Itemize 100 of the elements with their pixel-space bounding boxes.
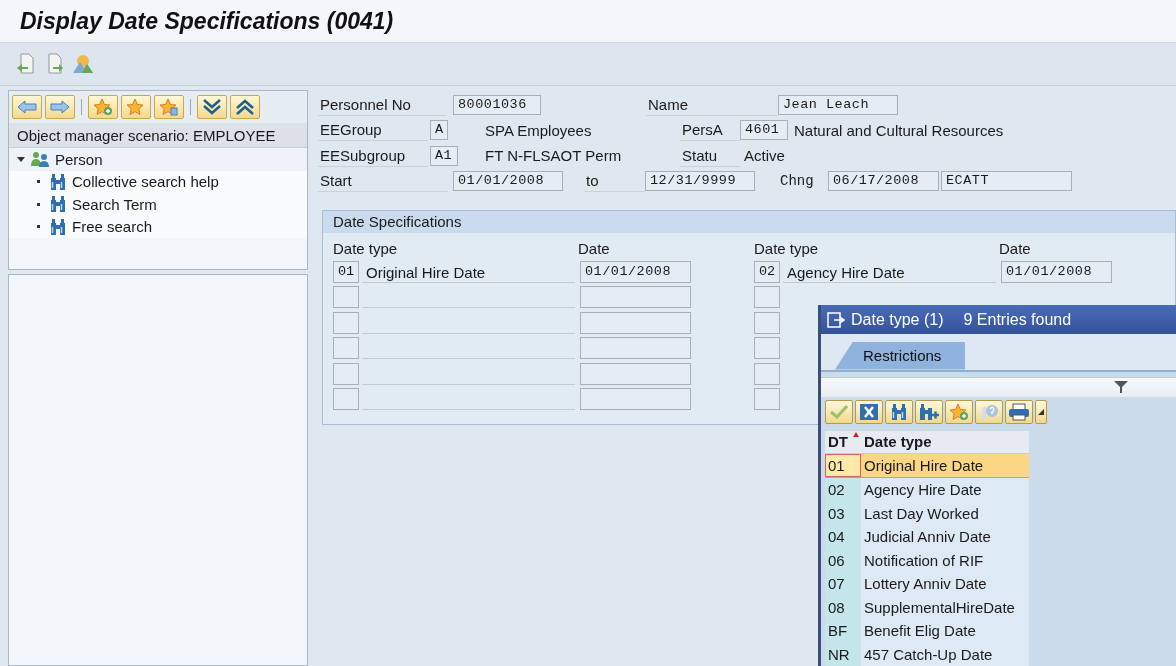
print-button[interactable] — [1005, 399, 1033, 424]
column-header: Date type — [754, 239, 820, 257]
date-field[interactable] — [580, 337, 691, 360]
date-type-code-field[interactable] — [754, 362, 780, 385]
table-cell: Last Day Worked — [861, 501, 1029, 525]
date-type-code-field[interactable] — [333, 311, 359, 334]
delete-favorite-button[interactable] — [154, 95, 184, 119]
list-row[interactable]: 03 Last Day Worked — [825, 501, 1029, 525]
search-button[interactable] — [885, 399, 913, 424]
date-type-code-field[interactable] — [333, 286, 359, 309]
changed-by-field[interactable]: ECATT — [941, 171, 1072, 192]
date-type-code-field[interactable] — [333, 337, 359, 360]
back-arrow-icon — [17, 100, 37, 114]
expand-button[interactable] — [197, 95, 227, 119]
table-cell: 04 — [825, 525, 861, 549]
date-field[interactable] — [580, 311, 691, 334]
list-row[interactable]: BF Benefit Elig Date — [825, 619, 1029, 643]
date-type-code-field[interactable]: 01 — [333, 260, 359, 283]
date-type-code-field[interactable] — [333, 362, 359, 385]
personnel-area-text: Natural and Cultural Resources — [793, 121, 1005, 139]
binoculars-icon — [49, 172, 67, 191]
new-search-button[interactable] — [915, 399, 943, 424]
list-row[interactable]: 02 Agency Hire Date — [825, 478, 1029, 502]
date-field[interactable]: 01/01/2008 — [580, 260, 691, 283]
forward-button[interactable] — [45, 95, 75, 119]
cancel-button[interactable] — [855, 399, 883, 424]
binoculars-icon — [890, 402, 908, 421]
list-row[interactable]: 01 Original Hire Date — [825, 453, 1029, 478]
collapse-button[interactable] — [230, 95, 260, 119]
column-header: Date type — [333, 239, 399, 257]
corner-arrow-icon — [1038, 408, 1044, 415]
table-cell: 03 — [825, 501, 861, 525]
window-title: Display Date Specifications (0041) — [20, 7, 394, 35]
field-label: EESubgroup — [318, 144, 428, 167]
list-row[interactable]: 07 Lottery Anniv Date — [825, 572, 1029, 596]
status-text: Active — [743, 147, 786, 165]
add-favorite-button[interactable] — [945, 399, 973, 424]
date-field[interactable] — [580, 388, 691, 411]
date-type-code-field[interactable] — [333, 388, 359, 411]
list-row[interactable]: 04 Judicial Anniv Date — [825, 525, 1029, 549]
date-field[interactable] — [580, 362, 691, 385]
table-cell: BF — [825, 619, 861, 643]
date-field[interactable] — [580, 286, 691, 309]
date-type-code-field[interactable] — [754, 286, 780, 309]
ee-group-text: SPA Employees — [484, 121, 593, 139]
back-button[interactable] — [12, 95, 42, 119]
date-type-text: Original Hire Date — [362, 260, 575, 283]
add-favorite-button[interactable] — [88, 95, 118, 119]
end-date-field[interactable]: 12/31/9999 — [645, 171, 755, 192]
document-import-icon[interactable] — [16, 53, 36, 75]
binoculars-plus-icon — [918, 402, 940, 421]
close-icon — [859, 402, 879, 421]
start-date-field[interactable]: 01/01/2008 — [453, 171, 563, 192]
table-cell: SupplementalHireDate — [861, 595, 1029, 619]
filter-icon[interactable] — [1114, 381, 1128, 394]
column-header[interactable]: DT — [825, 430, 861, 453]
ee-subgroup-field[interactable]: A1 — [430, 145, 458, 166]
printer-icon — [1008, 402, 1030, 421]
dropdown-button[interactable] — [1035, 399, 1047, 424]
favorites-button[interactable] — [121, 95, 151, 119]
tab[interactable]: Restrictions — [835, 341, 966, 370]
people-icon — [30, 151, 50, 168]
date-field[interactable]: 01/01/2008 — [1001, 260, 1112, 283]
date-type-code-field[interactable] — [754, 311, 780, 334]
column-header: Date — [578, 239, 611, 257]
tree-item[interactable]: Person — [55, 150, 103, 168]
table-cell: 07 — [825, 572, 861, 596]
table-cell: Benefit Elig Date — [861, 619, 1029, 643]
landscape-icon[interactable] — [72, 53, 94, 75]
scenario-header: Object manager scenario: EMPLOYEE — [9, 123, 308, 148]
column-header[interactable]: Date type — [861, 430, 1029, 453]
table-cell: 08 — [825, 595, 861, 619]
table-cell: 02 — [825, 478, 861, 502]
ee-group-field[interactable]: A — [430, 120, 448, 141]
personnel-area-field[interactable]: 4601 — [740, 120, 788, 141]
changed-date-field[interactable]: 06/17/2008 — [828, 171, 939, 192]
list-row[interactable]: NR 457 Catch-Up Date — [825, 642, 1029, 666]
expanded-caret-icon[interactable] — [17, 155, 25, 164]
sort-icon — [853, 431, 859, 437]
field-label: EEGroup — [318, 119, 428, 142]
list-row[interactable]: 08 SupplementalHireDate — [825, 595, 1029, 619]
date-type-code-field[interactable] — [754, 337, 780, 360]
column-header: Date — [999, 239, 1032, 257]
date-type-text: Agency Hire Date — [783, 260, 996, 283]
table-cell: Agency Hire Date — [861, 478, 1029, 502]
table-cell: Lottery Anniv Date — [861, 572, 1029, 596]
table-cell: NR — [825, 642, 861, 666]
ok-button[interactable] — [825, 399, 853, 424]
date-type-code-field[interactable] — [754, 388, 780, 411]
list-row[interactable]: 06 Notification of RIF — [825, 548, 1029, 572]
table-cell: 01 — [825, 453, 861, 477]
table-cell: 457 Catch-Up Date — [861, 642, 1029, 666]
field-label: Statu — [680, 144, 740, 167]
table-cell: 06 — [825, 548, 861, 572]
date-type-code-field[interactable]: 02 — [754, 260, 780, 283]
table-cell: Notification of RIF — [861, 548, 1029, 572]
star-bin-icon — [159, 98, 179, 116]
name-field[interactable]: Jean Leach — [778, 94, 898, 115]
personnel-number-field[interactable]: 80001036 — [453, 94, 541, 115]
checkmark-icon — [830, 404, 848, 419]
